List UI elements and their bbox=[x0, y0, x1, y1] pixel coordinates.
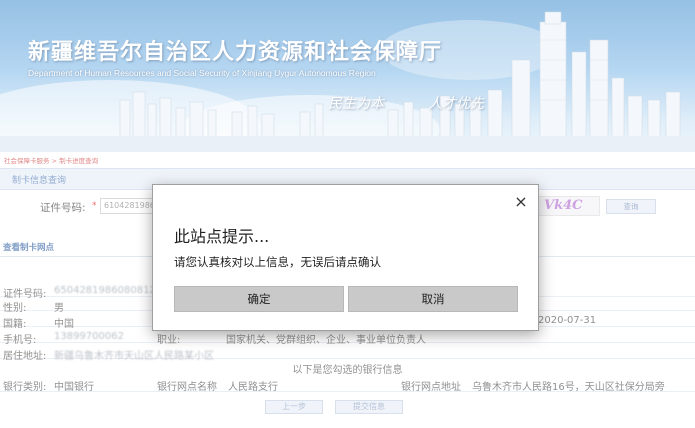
site-alert-dialog: × 此站点提示... 请您认真核对以上信息，无误后请点确认 确定 取消 bbox=[152, 184, 539, 331]
dialog-message: 请您认真核对以上信息，无误后请点确认 bbox=[174, 255, 381, 269]
cancel-button[interactable]: 取消 bbox=[348, 286, 518, 312]
close-icon[interactable]: × bbox=[513, 194, 529, 210]
dialog-title: 此站点提示... bbox=[174, 227, 270, 246]
confirm-button[interactable]: 确定 bbox=[174, 286, 344, 312]
